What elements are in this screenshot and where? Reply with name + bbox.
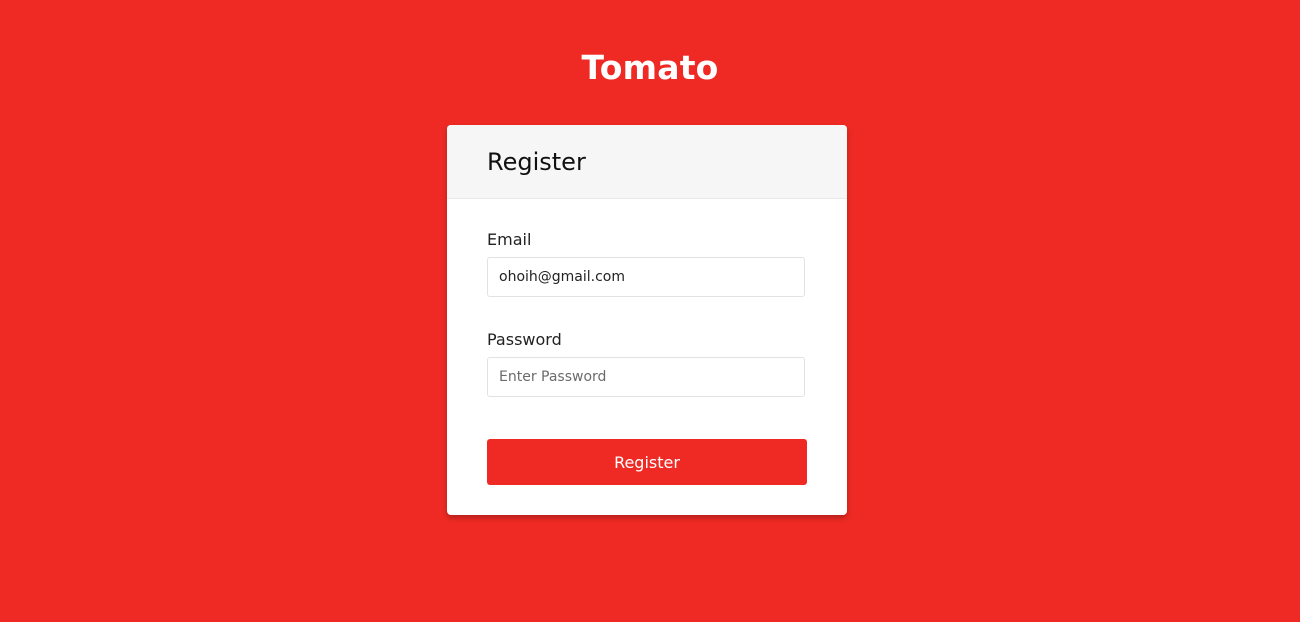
card-header: Register [447,125,847,199]
email-input[interactable] [487,257,805,297]
page-background: Tomato Register Email Password Register [0,0,1300,622]
password-label: Password [487,330,562,349]
register-button[interactable]: Register [487,439,807,485]
register-card: Register Email Password Register [447,125,847,515]
email-label: Email [487,230,532,249]
card-title: Register [487,148,586,176]
brand-title: Tomato [581,48,719,87]
password-input[interactable] [487,357,805,397]
